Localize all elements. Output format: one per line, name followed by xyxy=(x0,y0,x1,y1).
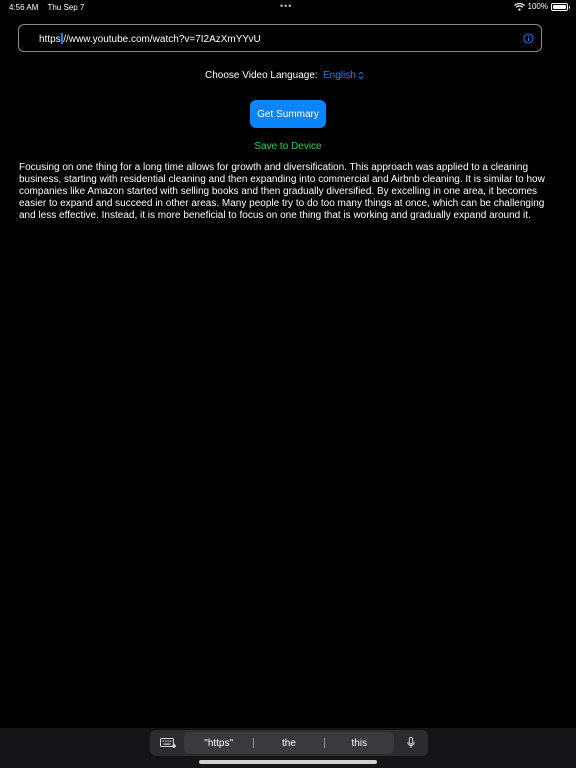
status-left: 4:56 AM Thu Sep 7 xyxy=(9,3,91,12)
wifi-icon xyxy=(513,2,525,11)
status-right: 100% xyxy=(513,2,570,11)
get-summary-button[interactable]: Get Summary xyxy=(250,100,326,128)
language-select[interactable]: English xyxy=(323,70,364,81)
suggestion-1[interactable]: "https" xyxy=(184,738,253,749)
keyboard-bar-inner: "https" the this xyxy=(150,730,428,756)
battery-percent: 100% xyxy=(527,2,548,11)
url-input[interactable]: https//www.youtube.com/watch?v=7I2AzXmYY… xyxy=(18,24,542,52)
url-value-suffix: //www.youtube.com/watch?v=7I2AzXmYYvU xyxy=(63,34,261,45)
microphone-icon[interactable] xyxy=(407,737,415,749)
status-date: Thu Sep 7 xyxy=(47,3,85,12)
suggestion-2[interactable]: the xyxy=(254,738,323,749)
save-to-device-button[interactable]: Save to Device xyxy=(240,139,336,153)
chevron-up-down-icon xyxy=(358,71,364,80)
summary-text: Focusing on one thing for a long time al… xyxy=(19,162,545,221)
language-label: Choose Video Language: xyxy=(205,70,318,81)
keyboard-icon[interactable] xyxy=(160,738,176,748)
home-indicator[interactable] xyxy=(199,760,377,764)
suggestion-3[interactable]: this xyxy=(325,738,394,749)
url-input-text[interactable]: https//www.youtube.com/watch?v=7I2AzXmYY… xyxy=(39,33,261,45)
status-bar: 4:56 AM Thu Sep 7 ••• 100% xyxy=(0,0,576,14)
multitasking-dots-icon[interactable]: ••• xyxy=(280,1,292,11)
app-screen: 4:56 AM Thu Sep 7 ••• 100% https//www.yo… xyxy=(0,0,576,768)
battery-fill xyxy=(553,4,566,9)
status-time: 4:56 AM xyxy=(9,3,39,12)
language-selected-value: English xyxy=(323,70,356,81)
url-value-prefix: https xyxy=(39,34,61,45)
info-circle-icon[interactable] xyxy=(523,33,534,44)
battery-icon xyxy=(551,2,570,11)
predictive-suggestions: "https" the this xyxy=(184,732,394,754)
